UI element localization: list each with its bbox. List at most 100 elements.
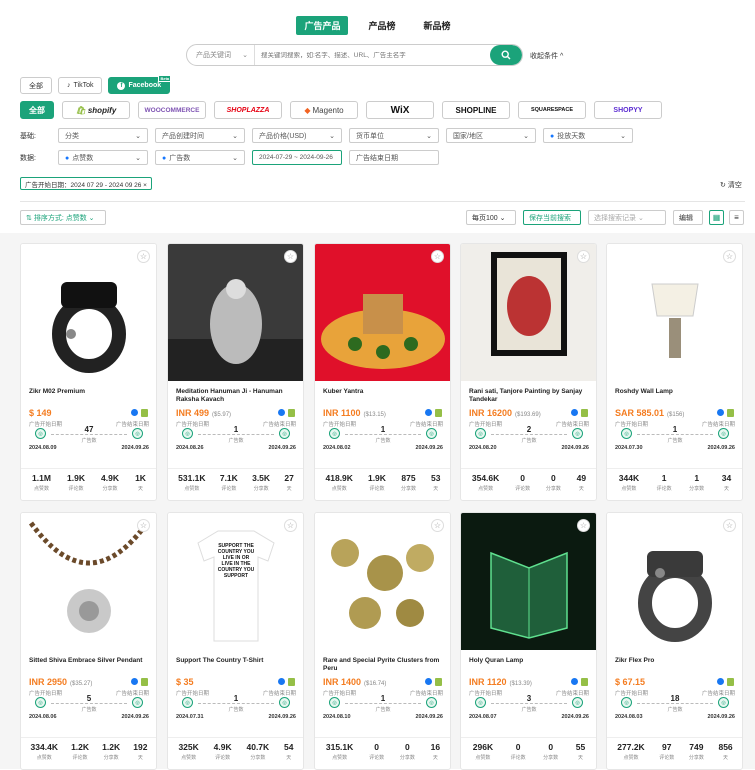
- likes-label: 点赞数: [332, 755, 348, 761]
- price-select[interactable]: 产品价格(USD) ⌄: [252, 128, 342, 143]
- end-date: 2024.09.26: [707, 714, 735, 720]
- product-image[interactable]: [315, 513, 450, 650]
- favorite-star-icon[interactable]: ☆: [577, 519, 590, 532]
- platform-squarespace[interactable]: SQUARESPACE: [518, 101, 586, 119]
- favorite-star-icon[interactable]: ☆: [431, 250, 444, 263]
- favorite-star-icon[interactable]: ☆: [284, 250, 297, 263]
- product-image[interactable]: [168, 244, 303, 381]
- duration-select[interactable]: ● 投放天数 ⌄: [543, 128, 633, 143]
- platform-shopyy[interactable]: SHOPYY: [594, 101, 662, 119]
- product-title[interactable]: Sitted Shiva Embrace Silver Pendant: [29, 657, 151, 665]
- edit-button[interactable]: 编辑: [673, 210, 703, 225]
- currency-select[interactable]: 货币单位 ⌄: [349, 128, 439, 143]
- product-image[interactable]: [21, 244, 156, 381]
- product-card[interactable]: ☆ Meditation Hanuman Ji - Hanuman Raksha …: [167, 243, 304, 501]
- likes-select[interactable]: ● 点赞数 ⌄: [58, 150, 148, 165]
- favorite-star-icon[interactable]: ☆: [284, 519, 297, 532]
- tab-ad-products[interactable]: 广告产品: [296, 16, 349, 35]
- product-card[interactable]: SUPPORT THE COUNTRY YOU LIVE IN OR LIVE …: [167, 512, 304, 770]
- collapse-conditions[interactable]: 收起条件 ^: [530, 51, 563, 61]
- product-title[interactable]: Roshdy Wall Lamp: [615, 388, 737, 396]
- favorite-star-icon[interactable]: ☆: [137, 250, 150, 263]
- product-title[interactable]: Rare and Special Pyrite Clusters from Pe…: [323, 657, 445, 673]
- facebook-icon: [278, 409, 285, 416]
- stat-days: 34 天: [722, 473, 731, 492]
- sort-select[interactable]: ⇅ 排序方式: 点赞数 ⌄: [20, 210, 106, 225]
- platform-wix[interactable]: WiX: [366, 101, 434, 119]
- page-size-select[interactable]: 每页100 ⌄: [466, 210, 516, 225]
- end-date: 2024.09.26: [561, 714, 589, 720]
- ad-start-date-value: 2024-07-29 ~ 2024-09-26: [259, 154, 333, 161]
- favorite-star-icon[interactable]: ☆: [723, 519, 736, 532]
- days-label: 天: [723, 486, 729, 492]
- search-input[interactable]: [255, 51, 490, 59]
- platform-magento[interactable]: ◆ Magento: [290, 101, 358, 119]
- facebook-icon: [131, 678, 138, 685]
- channel-all[interactable]: 全部: [20, 77, 52, 94]
- product-title[interactable]: Kuber Yantra: [323, 388, 445, 396]
- platform-shopline[interactable]: SHOPLINE: [442, 101, 510, 119]
- tab-new-products[interactable]: 新品榜: [416, 16, 459, 35]
- favorite-star-icon[interactable]: ☆: [577, 250, 590, 263]
- ads-count-label: 广告数: [228, 438, 244, 444]
- product-title[interactable]: Support The Country T-Shirt: [176, 657, 298, 665]
- shopify-icon: [581, 409, 588, 417]
- product-image[interactable]: [461, 513, 596, 650]
- country-label: 国家/地区: [453, 132, 483, 140]
- product-card[interactable]: ☆ Rani sati, Tanjore Painting by Sanjay T…: [460, 243, 597, 501]
- product-card[interactable]: ☆ Zikr Flex Pro $ 67.15 广告开始日期 广告结束日期 ◎ ◎ 18 广告数…: [606, 512, 743, 770]
- channel-facebook[interactable]: f Facebook Beta: [108, 75, 172, 94]
- shares-label: 分享数: [688, 755, 704, 761]
- ad-end-date-select[interactable]: 广告结束日期: [349, 150, 439, 165]
- platform-shopify[interactable]: 🛍 shopify: [62, 101, 130, 119]
- favorite-star-icon[interactable]: ☆: [723, 250, 736, 263]
- comments-label: 评论数: [369, 486, 385, 492]
- product-title[interactable]: Holy Quran Lamp: [469, 657, 591, 665]
- active-filter-tag[interactable]: 广告开始日期：2024 07 29 - 2024 09 26 ×: [20, 177, 152, 190]
- product-card[interactable]: ☆ Holy Quran Lamp INR 1120 ($13.39) 广告开始日期 广告…: [460, 512, 597, 770]
- channel-tiktok[interactable]: ♪ TikTok: [58, 77, 103, 94]
- product-image[interactable]: [21, 513, 156, 650]
- days-value: 16: [430, 742, 441, 752]
- favorite-star-icon[interactable]: ☆: [137, 519, 150, 532]
- product-title[interactable]: Rani sati, Tanjore Painting by Sanjay Ta…: [469, 388, 591, 404]
- category-select[interactable]: 分类 ⌄: [58, 128, 148, 143]
- product-title[interactable]: Zikr M02 Premium: [29, 388, 151, 396]
- product-card[interactable]: ☆ Rare and Special Pyrite Clusters from P…: [314, 512, 451, 770]
- product-image[interactable]: [607, 513, 742, 650]
- save-search-button[interactable]: 保存当前搜索: [523, 210, 581, 225]
- platform-shoplazza[interactable]: SHOPLAZZA: [214, 101, 282, 119]
- ads-count-label: 广告数: [521, 438, 537, 444]
- ad-start-date-range[interactable]: 2024-07-29 ~ 2024-09-26: [252, 150, 342, 165]
- tab-product-ranking[interactable]: 产品榜: [360, 16, 403, 35]
- clear-button[interactable]: ↻ 清空: [720, 180, 742, 190]
- product-card[interactable]: ☆ Kuber Yantra INR 1100 ($13.15) 广告开始日期 广告结束日…: [314, 243, 451, 501]
- product-image[interactable]: SUPPORT THE COUNTRY YOU LIVE IN OR LIVE …: [168, 513, 303, 650]
- platform-woocommerce[interactable]: WOOCOMMERCE: [138, 101, 206, 119]
- product-card[interactable]: ☆ Roshdy Wall Lamp SAR 585.01 ($156) 广告开始日期广…: [606, 243, 743, 501]
- product-image[interactable]: [461, 244, 596, 381]
- grid-view-icon[interactable]: ▦: [709, 210, 724, 225]
- product-title[interactable]: Meditation Hanuman Ji - Hanuman Raksha K…: [176, 388, 298, 404]
- search-record-select[interactable]: 选择搜索记录 ⌄: [588, 210, 666, 225]
- product-image[interactable]: [315, 244, 450, 381]
- country-select[interactable]: 国家/地区 ⌄: [446, 128, 536, 143]
- list-view-icon[interactable]: ≡: [729, 210, 744, 225]
- platform-all[interactable]: 全部: [20, 101, 54, 119]
- platform-icons: [717, 678, 734, 686]
- product-card[interactable]: ☆ Sitted Shiva Embrace Silver Pendant INR …: [20, 512, 157, 770]
- shopify-icon: 🛍: [75, 105, 86, 115]
- product-created-select[interactable]: 产品创建时间 ⌄: [155, 128, 245, 143]
- start-date: 2024.08.26: [176, 445, 204, 451]
- product-card[interactable]: ☆ Zikr M02 Premium $ 149 广告开始日期 广告结束日期 ◎ ◎ 47 广告…: [20, 243, 157, 501]
- days-label: 天: [286, 755, 292, 761]
- chevron-down-icon: ⌄: [135, 132, 141, 140]
- ads-count-label: 广告数: [521, 707, 537, 713]
- favorite-star-icon[interactable]: ☆: [431, 519, 444, 532]
- search-type-select[interactable]: 产品关键词 ⌄: [187, 45, 255, 65]
- product-title[interactable]: Zikr Flex Pro: [615, 657, 737, 665]
- search-button[interactable]: [490, 45, 522, 65]
- start-date: 2024.08.03: [615, 714, 643, 720]
- product-image[interactable]: [607, 244, 742, 381]
- ads-count-select[interactable]: ● 广告数 ⌄: [155, 150, 245, 165]
